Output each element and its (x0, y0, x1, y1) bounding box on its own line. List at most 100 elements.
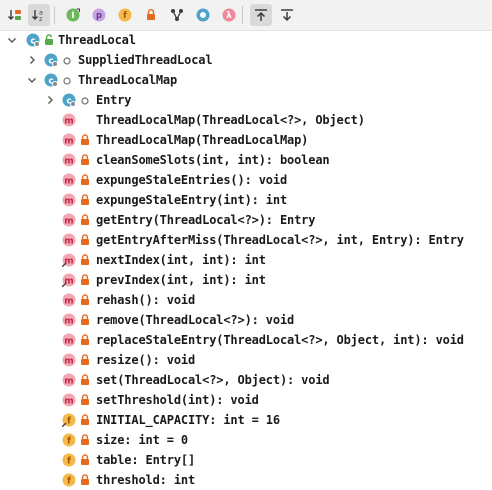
method-icon: m (62, 113, 76, 127)
autoscroll-to-source-button[interactable] (250, 4, 272, 26)
private-lock-icon (81, 134, 89, 145)
private-lock-icon (81, 454, 89, 465)
private-lock-icon (81, 414, 89, 425)
show-lambdas-button[interactable]: λ (218, 4, 240, 26)
private-lock-icon (81, 314, 89, 325)
show-inherited-icon: I (66, 8, 80, 22)
private-lock-icon (81, 214, 89, 225)
autoscroll-from-source-button[interactable] (276, 4, 298, 26)
show-fields-button[interactable]: f (114, 4, 136, 26)
field-icon: f (62, 433, 76, 447)
toolbar-separator (54, 6, 55, 24)
chevron-down-icon[interactable] (26, 74, 38, 86)
svg-text:m: m (64, 316, 73, 326)
show-inheritance-tree-button[interactable] (166, 4, 188, 26)
svg-text:m: m (64, 176, 73, 186)
tree-node-label: table: Entry[] (96, 453, 196, 467)
tree-row[interactable]: m resize(): void (0, 350, 492, 370)
method-static-icon: m (62, 273, 76, 287)
show-inherited-button[interactable]: I (62, 4, 84, 26)
chevron-down-icon[interactable] (6, 34, 18, 46)
tree-node-label: Entry (96, 93, 132, 107)
tree-row[interactable]: c SuppliedThreadLocal (0, 50, 492, 70)
tree-row[interactable]: c ThreadLocalMap (0, 70, 492, 90)
chevron-right-icon[interactable] (26, 54, 38, 66)
svg-text:m: m (64, 116, 73, 126)
method-icon: m (62, 353, 76, 367)
show-non-public-button[interactable] (140, 4, 162, 26)
tree-row[interactable]: m nextIndex(int, int): int (0, 250, 492, 270)
tree-node-label: resize(): void (96, 353, 196, 367)
tree-row[interactable]: f table: Entry[] (0, 450, 492, 470)
vertical-scrollbar[interactable] (484, 30, 492, 487)
private-lock-icon (81, 274, 89, 285)
tree-node-label: getEntry(ThreadLocal<?>): Entry (96, 213, 316, 227)
svg-text:λ: λ (226, 11, 232, 21)
structure-toolbar: az Ip f λ (0, 0, 492, 31)
show-lambdas-icon: λ (222, 8, 236, 22)
tree-row[interactable]: m getEntryAfterMiss(ThreadLocal<?>, int, … (0, 230, 492, 250)
method-icon: m (62, 213, 76, 227)
svg-text:m: m (64, 216, 73, 226)
svg-text:f: f (67, 476, 71, 486)
svg-text:m: m (64, 396, 73, 406)
chevron-right-icon[interactable] (44, 94, 56, 106)
toolbar-separator (242, 6, 243, 24)
tree-row[interactable]: m expungeStaleEntry(int): int (0, 190, 492, 210)
tree-row[interactable]: f INITIAL_CAPACITY: int = 16 (0, 410, 492, 430)
tree-row[interactable]: m set(ThreadLocal<?>, Object): void (0, 370, 492, 390)
tree-row[interactable]: m expungeStaleEntries(): void (0, 170, 492, 190)
sort-by-visibility-button[interactable] (4, 4, 26, 26)
method-icon: m (62, 153, 76, 167)
tree-node-label: cleanSomeSlots(int, int): boolean (96, 153, 330, 167)
tree-row[interactable]: c Entry (0, 90, 492, 110)
public-lock-icon (45, 34, 53, 45)
show-properties-button[interactable]: p (88, 4, 110, 26)
tree-row[interactable]: m ThreadLocalMap(ThreadLocal<?>, Object) (0, 110, 492, 130)
tree-node-label: remove(ThreadLocal<?>): void (96, 313, 295, 327)
tree-row[interactable]: m getEntry(ThreadLocal<?>): Entry (0, 210, 492, 230)
tree-node-label: INITIAL_CAPACITY: int = 16 (96, 413, 280, 427)
svg-text:m: m (64, 276, 73, 286)
tree-row[interactable]: m rehash(): void (0, 290, 492, 310)
method-icon: m (62, 393, 76, 407)
private-lock-icon (81, 174, 89, 185)
tree-row[interactable]: m cleanSomeSlots(int, int): boolean (0, 150, 492, 170)
package-visibility-icon (63, 77, 71, 85)
class-icon: c (44, 53, 58, 67)
private-lock-icon (81, 194, 89, 205)
tree-row[interactable]: f threshold: int (0, 470, 492, 490)
private-lock-icon (81, 254, 89, 265)
tree-row[interactable]: m remove(ThreadLocal<?>): void (0, 310, 492, 330)
svg-text:m: m (64, 256, 73, 266)
private-lock-icon (81, 394, 89, 405)
autoscroll-to-source-icon (255, 9, 267, 21)
svg-text:I: I (71, 11, 74, 21)
tree-row[interactable]: m ThreadLocalMap(ThreadLocalMap) (0, 130, 492, 150)
method-icon: m (62, 233, 76, 247)
tree-row[interactable]: m replaceStaleEntry(ThreadLocal<?>, Objec… (0, 330, 492, 350)
private-lock-icon (81, 434, 89, 445)
svg-text:m: m (64, 136, 73, 146)
tree-row[interactable]: f size: int = 0 (0, 430, 492, 450)
tree-row[interactable]: m setThreshold(int): void (0, 390, 492, 410)
method-icon: m (62, 373, 76, 387)
package-visibility-icon (63, 57, 71, 65)
tree-row[interactable]: m prevIndex(int, int): int (0, 270, 492, 290)
sort-alphabetically-button[interactable]: az (28, 4, 50, 26)
tree-row[interactable]: c ThreadLocal (0, 30, 492, 50)
svg-text:m: m (64, 236, 73, 246)
svg-text:m: m (64, 156, 73, 166)
package-visibility-icon (81, 97, 89, 105)
tree-node-label: ThreadLocalMap(ThreadLocal<?>, Object) (96, 113, 365, 127)
tree-node-label: ThreadLocalMap(ThreadLocalMap) (96, 133, 309, 147)
class-icon: c (44, 73, 58, 87)
tree-node-label: replaceStaleEntry(ThreadLocal<?>, Object… (96, 333, 464, 347)
svg-text:f: f (123, 11, 127, 21)
method-icon: m (62, 333, 76, 347)
tree-node-label: rehash(): void (96, 293, 196, 307)
svg-text:m: m (64, 196, 73, 206)
svg-text:p: p (96, 11, 102, 21)
tree-node-label: setThreshold(int): void (96, 393, 259, 407)
show-anonymous-classes-button[interactable] (192, 4, 214, 26)
